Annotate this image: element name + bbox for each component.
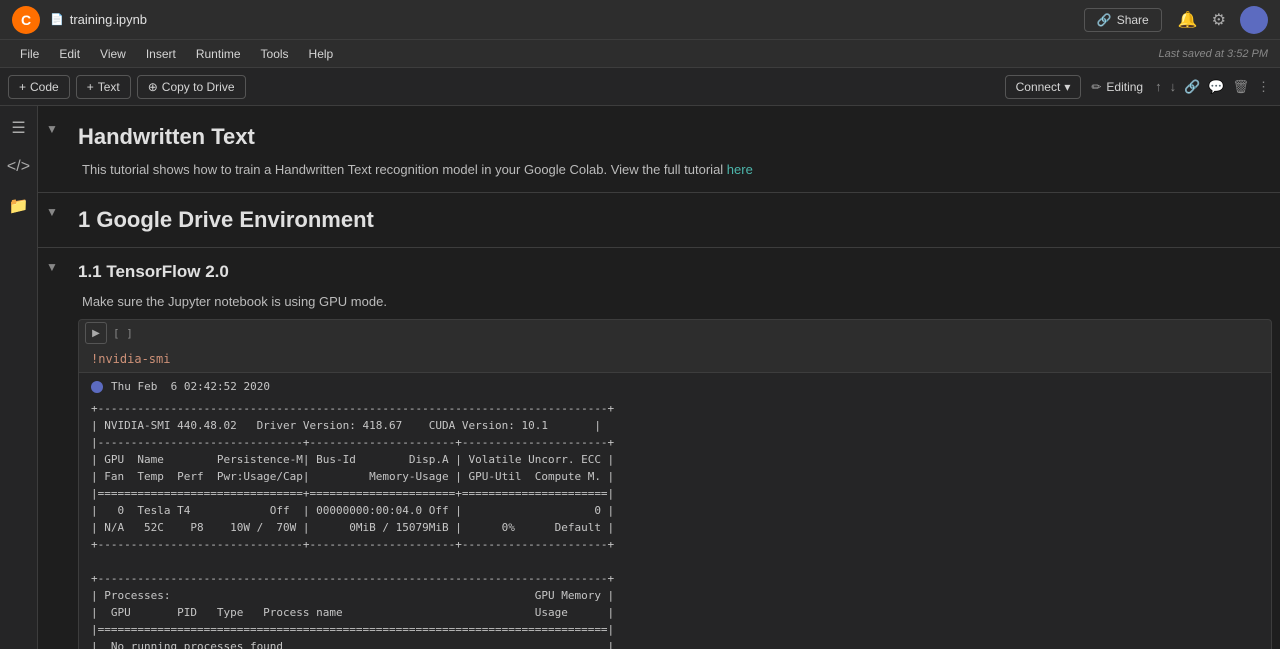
notebook-content[interactable]: ▼ Handwritten Text This tutorial shows h… <box>38 106 1280 649</box>
notebook-name: training.ipynb <box>70 12 147 27</box>
collapse-gdrive-icon[interactable]: ▼ <box>46 205 58 219</box>
delete-cell-icon[interactable]: 🗑 <box>1230 77 1251 97</box>
gpu-mode-description: Make sure the Jupyter notebook is using … <box>82 294 387 309</box>
copy-label: Copy to Drive <box>162 80 235 94</box>
editing-label: Editing <box>1106 80 1143 94</box>
section-tf-heading: 1.1 TensorFlow 2.0 <box>70 256 1280 288</box>
nvidia-smi-code[interactable]: !nvidia-smi <box>79 346 1271 372</box>
last-saved: Last saved at 3:52 PM <box>1159 48 1268 60</box>
share-link-icon: 🔗 <box>1097 13 1112 27</box>
divider-2 <box>38 247 1280 248</box>
plus-icon: + <box>19 80 26 94</box>
handwritten-description: This tutorial shows how to train a Handw… <box>82 162 727 177</box>
nvidia-smi-cell-header: ▶ [ ] <box>79 320 1271 346</box>
more-cell-icon[interactable]: ⋮ <box>1255 77 1272 97</box>
section-tensorflow: ▼ 1.1 TensorFlow 2.0 Make sure the Jupyt… <box>38 252 1280 649</box>
move-up-icon[interactable]: ↑ <box>1153 77 1164 96</box>
nvidia-smi-cell: ▶ [ ] !nvidia-smi Thu Feb 6 02:42:52 202… <box>78 319 1272 649</box>
notebook-cells: ▼ Handwritten Text This tutorial shows h… <box>38 106 1280 649</box>
pencil-icon: ✏ <box>1091 80 1101 94</box>
copy-to-drive-button[interactable]: ⊕ Copy to Drive <box>137 75 246 99</box>
sidebar-files-icon[interactable]: 📁 <box>5 192 33 220</box>
main-layout: ☰ </> 📁 ▼ Handwritten Text This tutorial… <box>0 106 1280 649</box>
section-handwritten-title: Handwritten Text <box>78 124 255 150</box>
top-bar-right: 🔗 Share 🔔 ⚙ <box>1084 6 1268 34</box>
file-icon: 📄 <box>50 13 64 26</box>
menu-runtime[interactable]: Runtime <box>188 44 249 64</box>
menu-tools[interactable]: Tools <box>253 44 297 64</box>
left-sidebar-icons: ☰ </> 📁 <box>0 106 38 649</box>
move-down-icon[interactable]: ↓ <box>1168 77 1179 96</box>
comment-cell-icon[interactable]: 💬 <box>1206 77 1226 97</box>
section-handwritten-heading: Handwritten Text <box>70 118 1280 156</box>
add-text-button[interactable]: + Text <box>76 75 131 99</box>
toolbar-right: Connect ▾ ✏ Editing ↑ ↓ 🔗 💬 🗑 ⋮ <box>1005 75 1272 99</box>
collapse-handwritten-icon[interactable]: ▼ <box>46 122 58 136</box>
section-google-drive: ▼ 1 Google Drive Environment <box>38 197 1280 243</box>
settings-icon[interactable]: ⚙ <box>1212 10 1226 30</box>
text-label: Text <box>98 80 120 94</box>
connect-button[interactable]: Connect ▾ <box>1005 75 1082 99</box>
add-code-button[interactable]: + Code <box>8 75 70 99</box>
nvidia-smi-text: +---------------------------------------… <box>91 396 1259 649</box>
section-gdrive-title: 1 Google Drive Environment <box>78 207 374 233</box>
gpu-mode-text-cell: Make sure the Jupyter notebook is using … <box>70 288 1280 316</box>
nvidia-smi-timestamp-line: Thu Feb 6 02:42:52 2020 <box>91 379 1259 396</box>
copy-icon: ⊕ <box>148 80 158 94</box>
menu-view[interactable]: View <box>92 44 134 64</box>
here-link[interactable]: here <box>727 162 753 177</box>
menu-help[interactable]: Help <box>301 44 342 64</box>
collapse-tf-icon[interactable]: ▼ <box>46 260 58 274</box>
run-indicator-nvidia-smi: [ ] <box>113 327 133 340</box>
top-bar: C 📄 training.ipynb 🔗 Share 🔔 ⚙ <box>0 0 1280 40</box>
toolbar-left: + Code + Text ⊕ Copy to Drive <box>8 75 246 99</box>
notebook-title: 📄 training.ipynb <box>50 12 147 27</box>
section-tf-title: 1.1 TensorFlow 2.0 <box>78 262 229 282</box>
menu-bar: File Edit View Insert Runtime Tools Help… <box>0 40 1280 68</box>
nvidia-smi-cell-wrapper: ▶ [ ] !nvidia-smi Thu Feb 6 02:42:52 202… <box>70 319 1280 649</box>
section-gdrive-heading: 1 Google Drive Environment <box>70 201 1280 239</box>
code-label: Code <box>30 80 59 94</box>
text-plus-icon: + <box>87 80 94 94</box>
nvidia-smi-output: Thu Feb 6 02:42:52 2020 +---------------… <box>79 372 1271 649</box>
run-nvidia-smi-button[interactable]: ▶ <box>85 322 107 344</box>
colab-logo: C <box>12 6 40 34</box>
share-button[interactable]: 🔗 Share <box>1084 8 1162 32</box>
top-icons: 🔔 ⚙ <box>1178 6 1268 34</box>
share-label: Share <box>1117 13 1149 27</box>
menu-file[interactable]: File <box>12 44 47 64</box>
sidebar-code-icon[interactable]: </> <box>3 154 34 180</box>
user-avatar[interactable] <box>1240 6 1268 34</box>
output-spinner-1 <box>91 381 103 393</box>
menu-edit[interactable]: Edit <box>51 44 88 64</box>
divider-1 <box>38 192 1280 193</box>
nvidia-smi-timestamp: Thu Feb 6 02:42:52 2020 <box>111 379 270 396</box>
notifications-icon[interactable]: 🔔 <box>1178 10 1198 30</box>
connect-label: Connect <box>1016 80 1061 94</box>
link-cell-icon[interactable]: 🔗 <box>1182 77 1202 97</box>
connect-chevron-icon: ▾ <box>1064 80 1070 94</box>
toolbar: + Code + Text ⊕ Copy to Drive Connect ▾ … <box>0 68 1280 106</box>
cell-toolbar-actions: ↑ ↓ 🔗 💬 🗑 ⋮ <box>1153 77 1272 97</box>
sidebar-menu-icon[interactable]: ☰ <box>7 114 29 142</box>
section-handwritten-text: ▼ Handwritten Text This tutorial shows h… <box>38 114 1280 188</box>
editing-badge: ✏ Editing <box>1091 80 1143 94</box>
handwritten-text-cell: This tutorial shows how to train a Handw… <box>70 156 1280 184</box>
menu-insert[interactable]: Insert <box>138 44 184 64</box>
